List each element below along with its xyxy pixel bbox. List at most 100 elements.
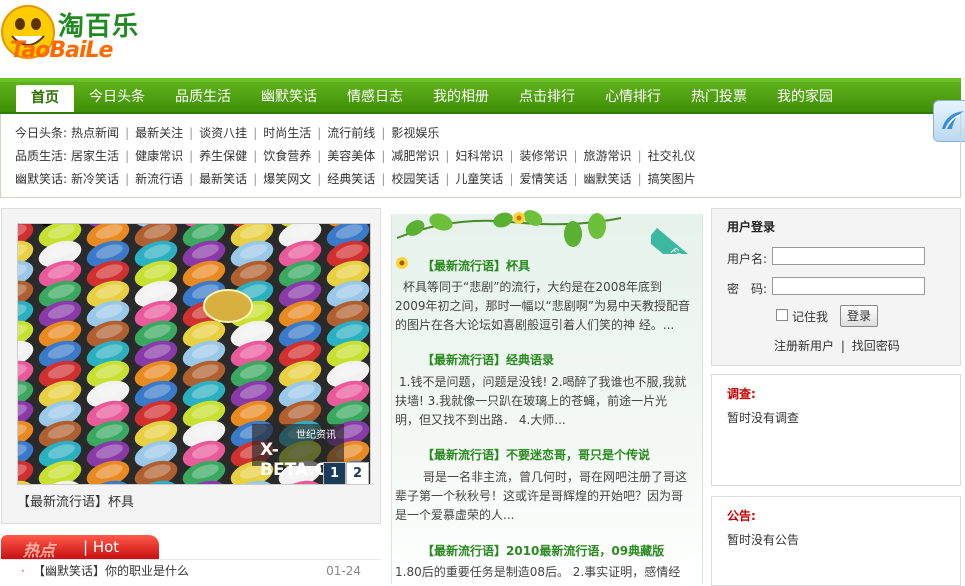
hot-tab-en: | Hot bbox=[83, 538, 120, 556]
focus-badge: Focus bbox=[651, 214, 701, 254]
submenu-separator: | bbox=[637, 172, 642, 186]
focus-badge-text: Focus bbox=[651, 228, 701, 254]
submenu-link[interactable]: 爱情笑话 bbox=[519, 172, 567, 186]
slide-caption[interactable]: 【最新流行语】杯具 bbox=[17, 491, 134, 510]
submenu-separator: | bbox=[253, 149, 258, 163]
password-input[interactable] bbox=[772, 277, 925, 295]
hot-tab-cn: 热点 bbox=[23, 541, 56, 560]
submenu-separator: | bbox=[381, 126, 386, 140]
submenu-link[interactable]: 美容美体 bbox=[327, 149, 375, 163]
submenu-separator: | bbox=[381, 172, 386, 186]
submenu-link[interactable]: 旅游常识 bbox=[584, 149, 632, 163]
slide-page-2[interactable]: 2 bbox=[346, 462, 369, 484]
submenu-link[interactable]: 影视娱乐 bbox=[391, 126, 439, 140]
nav-item[interactable]: 情感日志 bbox=[332, 82, 418, 112]
submenu-separator: | bbox=[253, 172, 258, 186]
slide-page-1[interactable]: 1 bbox=[323, 462, 346, 484]
submenu-row-label: 幽默笑话: bbox=[15, 172, 68, 186]
username-input[interactable] bbox=[772, 247, 925, 265]
focus-article-body: 杯具等同于“悲剧”的流行，大约是在2008年底到2009年初之间，那时一幅以“悲… bbox=[395, 280, 690, 332]
focus-article-title[interactable]: 【最新流行语】经典语录 bbox=[422, 351, 554, 368]
login-title: 用户登录 bbox=[727, 220, 776, 234]
hot-item-date: 01-24 bbox=[326, 564, 361, 578]
nav-item[interactable]: 热门投票 bbox=[676, 82, 762, 112]
submenu-link[interactable]: 装修常识 bbox=[519, 149, 567, 163]
submenu-separator: | bbox=[573, 172, 578, 186]
submenu-link[interactable]: 爆笑网文 bbox=[263, 172, 311, 186]
notice-content: 暂时没有公告 bbox=[727, 533, 800, 547]
register-link[interactable]: 注册新用户 bbox=[774, 339, 834, 353]
submenu-link[interactable]: 搞笑图片 bbox=[648, 172, 696, 186]
submenu-separator: | bbox=[125, 126, 130, 140]
nav-item[interactable]: 我的家园 bbox=[762, 82, 848, 112]
survey-panel: 调查: 暂时没有调查 bbox=[711, 374, 961, 486]
submenu-link[interactable]: 健康常识 bbox=[135, 149, 183, 163]
slide-pager: 1 2 bbox=[323, 462, 369, 484]
submenu-row: 品质生活: 居家生活 | 健康常识 | 养生保健 | 饮食营养 | 美容美体 | 减肥常识 | 妇科常识 |… bbox=[15, 147, 696, 165]
password-label: 密 码: bbox=[727, 282, 768, 296]
link-separator: | bbox=[840, 339, 845, 353]
bullet-icon: · bbox=[21, 564, 25, 578]
slideshow-image[interactable]: 世纪资讯 X-BETA.CN 1 2 bbox=[17, 223, 371, 485]
remember-checkbox[interactable] bbox=[776, 309, 788, 321]
survey-title: 调查: bbox=[727, 387, 756, 401]
submenu-separator: | bbox=[445, 149, 450, 163]
submenu-separator: | bbox=[125, 149, 130, 163]
nav-item[interactable]: 我的相册 bbox=[418, 82, 504, 112]
forgot-password-link[interactable]: 找回密码 bbox=[852, 339, 900, 353]
submenu-row-label: 今日头条: bbox=[15, 126, 68, 140]
list-item[interactable]: · 【幽默笑话】你的职业是什么 01-24 bbox=[1, 562, 381, 580]
notice-title: 公告: bbox=[727, 509, 756, 523]
sub-menu: 今日头条: 热点新闻 | 最新关注 | 谈资八挂 | 时尚生活 | 流行前线 | 影视娱乐品质生活: 居… bbox=[0, 114, 961, 198]
submenu-link[interactable]: 谈资八挂 bbox=[199, 126, 247, 140]
submenu-row: 幽默笑话: 新冷笑话 | 新流行语 | 最新笑话 | 爆笑网文 | 经典笑话 | 校园笑话 | 儿童笑话 |… bbox=[15, 170, 696, 188]
submenu-separator: | bbox=[253, 126, 258, 140]
submenu-link[interactable]: 饮食营养 bbox=[263, 149, 311, 163]
submenu-link[interactable]: 最新关注 bbox=[135, 126, 183, 140]
nav-item[interactable]: 品质生活 bbox=[160, 82, 246, 112]
submenu-link[interactable]: 时尚生活 bbox=[263, 126, 311, 140]
submenu-link[interactable]: 减肥常识 bbox=[391, 149, 439, 163]
login-button[interactable]: 登录 bbox=[840, 305, 878, 327]
focus-article-title[interactable]: 【最新流行语】杯具 bbox=[422, 257, 530, 274]
image-watermark: 世纪资讯 X-BETA.CN bbox=[252, 424, 344, 480]
submenu-separator: | bbox=[317, 149, 322, 163]
submenu-link[interactable]: 幽默笑话 bbox=[584, 172, 632, 186]
site-logo[interactable]: 淘百乐 TaoBaiLe bbox=[0, 0, 140, 74]
hot-item-title[interactable]: 【幽默笑话】你的职业是什么 bbox=[33, 562, 189, 580]
focus-article-body: 1.钱不是问题，问题是没钱! 2.喝醉了我谁也不服,我就扶墙! 3.我就像一只趴… bbox=[395, 375, 687, 427]
submenu-separator: | bbox=[189, 126, 194, 140]
nav-item[interactable]: 点击排行 bbox=[504, 82, 590, 112]
main-nav: 首页 今日头条 品质生活 幽默笑话 情感日志 我的相册 点击排行 心情排行 热门投票 我的家园 bbox=[0, 82, 961, 114]
submenu-link[interactable]: 最新笑话 bbox=[199, 172, 247, 186]
login-panel: 用户登录 用户名: 密 码: 记住我 登录 注册新用户 | 找回密码 bbox=[711, 208, 961, 366]
nav-item[interactable]: 首页 bbox=[16, 85, 74, 112]
submenu-link[interactable]: 新流行语 bbox=[135, 172, 183, 186]
focus-article-title[interactable]: 【最新流行语】不要迷恋哥，哥只是个传说 bbox=[422, 446, 650, 463]
submenu-link[interactable]: 社交礼仪 bbox=[648, 149, 696, 163]
hot-tab-en-text: Hot bbox=[92, 538, 120, 556]
hot-tab[interactable]: 热点 | Hot bbox=[1, 535, 159, 560]
submenu-link[interactable]: 流行前线 bbox=[327, 126, 375, 140]
nav-item[interactable]: 心情排行 bbox=[590, 82, 676, 112]
focus-article-title[interactable]: 【最新流行语】2010最新流行语，09典藏版 bbox=[422, 542, 664, 559]
submenu-separator: | bbox=[125, 172, 130, 186]
submenu-link[interactable]: 居家生活 bbox=[71, 149, 119, 163]
submenu-separator: | bbox=[637, 149, 642, 163]
survey-content: 暂时没有调查 bbox=[727, 411, 800, 425]
submenu-link[interactable]: 校园笑话 bbox=[391, 172, 439, 186]
submenu-row-label: 品质生活: bbox=[15, 149, 68, 163]
notice-panel: 公告: 暂时没有公告 bbox=[711, 496, 961, 586]
nav-item[interactable]: 幽默笑话 bbox=[246, 82, 332, 112]
submenu-separator: | bbox=[573, 149, 578, 163]
submenu-link[interactable]: 新冷笑话 bbox=[71, 172, 119, 186]
flower-icon bbox=[396, 257, 408, 269]
submenu-link[interactable]: 经典笑话 bbox=[327, 172, 375, 186]
submenu-separator: | bbox=[509, 172, 514, 186]
submenu-link[interactable]: 妇科常识 bbox=[455, 149, 503, 163]
submenu-separator: | bbox=[189, 149, 194, 163]
submenu-link[interactable]: 儿童笑话 bbox=[455, 172, 503, 186]
submenu-link[interactable]: 养生保健 bbox=[199, 149, 247, 163]
submenu-link[interactable]: 热点新闻 bbox=[71, 126, 119, 140]
nav-item[interactable]: 今日头条 bbox=[74, 82, 160, 112]
